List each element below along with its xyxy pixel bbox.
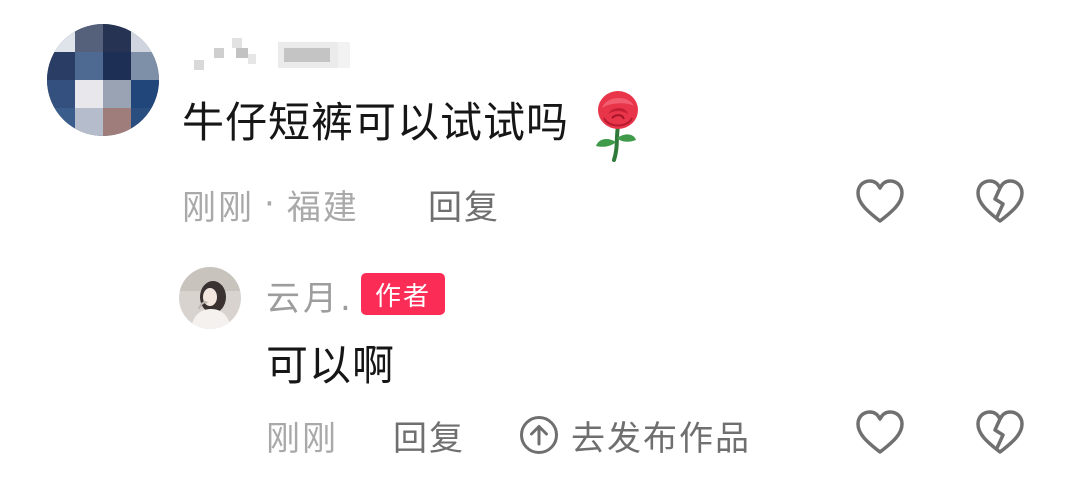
reply-like-button[interactable] [855, 408, 905, 458]
reply-button-label: 回复 [428, 187, 500, 228]
meta-separator: · [264, 184, 277, 224]
reply-text: 可以啊 [266, 341, 396, 390]
pixelated-avatar-icon [47, 24, 159, 136]
comment-location: 福建 [286, 187, 359, 228]
comment-time: 刚刚 [182, 187, 254, 228]
commenter-avatar[interactable] [47, 24, 159, 136]
heart-icon [856, 179, 904, 223]
pixelated-username-icon [194, 38, 350, 70]
reply-time: 刚刚 [266, 418, 338, 459]
reply-dislike-button[interactable] [975, 408, 1025, 458]
comment-text: 牛仔短裤可以试试吗 [182, 98, 570, 147]
dislike-button[interactable] [975, 177, 1025, 227]
user-avatar-icon [179, 267, 241, 329]
rose-icon [588, 88, 644, 162]
like-button[interactable] [855, 177, 905, 227]
author-avatar[interactable] [179, 267, 241, 329]
go-publish-label: 去发布作品 [571, 418, 751, 459]
arrow-up-circle-icon [520, 416, 558, 454]
reply-to-reply-label: 回复 [393, 418, 465, 459]
reply-to-reply-button[interactable]: 回复 [393, 410, 465, 460]
broken-heart-icon [976, 179, 1024, 223]
go-publish-button[interactable]: 去发布作品 [519, 410, 751, 460]
comment-thread: 牛仔短裤可以试试吗 刚刚 · 福建 回复 云月. 作者 可以啊 刚刚 回复 去发… [0, 0, 1080, 492]
reply-meta: 刚刚 [266, 410, 338, 460]
heart-icon [856, 410, 904, 454]
author-badge: 作者 [361, 273, 445, 315]
comment-meta: 刚刚 · 福建 [182, 179, 359, 229]
commenter-username[interactable] [192, 34, 354, 76]
author-username[interactable]: 云月. [266, 272, 354, 319]
broken-heart-icon [976, 410, 1024, 454]
reply-button[interactable]: 回复 [428, 179, 500, 229]
